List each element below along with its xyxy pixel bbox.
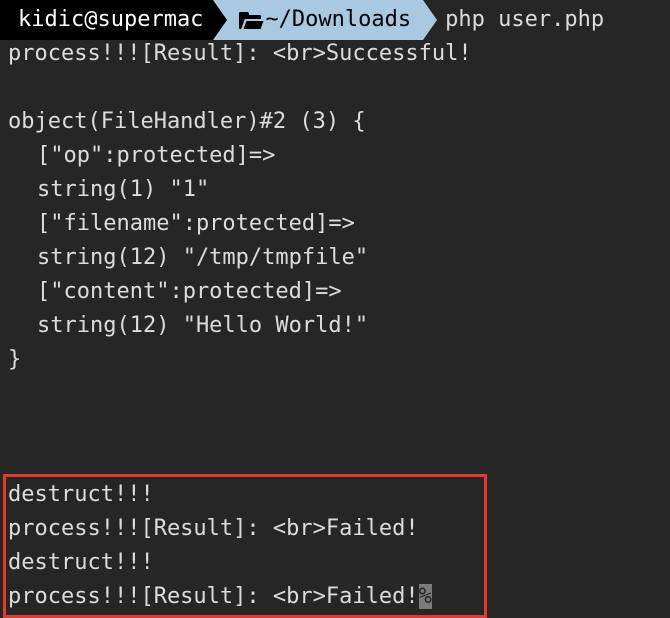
output-line-object-header: object(FileHandler)#2 (3) { xyxy=(8,109,366,134)
output-line-result-success: process!!![Result]: <br>Successful! xyxy=(8,41,472,66)
output-line-filename-value: string(12) "/tmp/tmpfile" xyxy=(37,245,369,270)
output-line-filename-key: ["filename":protected]=> xyxy=(37,211,355,236)
prompt-separator-arrow xyxy=(213,0,228,40)
prompt-user-host: kidic@supermac xyxy=(0,0,214,40)
terminal-cursor: % xyxy=(418,584,432,609)
output-line-content-value: string(12) "Hello World!" xyxy=(37,313,369,338)
prompt-command: php user.php xyxy=(445,7,605,32)
prompt-end-arrow xyxy=(423,0,438,40)
output-line-op-key: ["op":protected]=> xyxy=(37,143,276,168)
folder-open-icon xyxy=(239,11,265,29)
prompt-directory-segment: ~/Downloads xyxy=(227,0,424,40)
shell-prompt: kidic@supermac ~/Downloads php user.php xyxy=(0,0,604,40)
terminal-window[interactable]: kidic@supermac ~/Downloads php user.php … xyxy=(0,0,670,618)
output-line-destruct-1: destruct!!! xyxy=(8,482,154,507)
output-line-destruct-2: destruct!!! xyxy=(8,550,154,575)
output-line-failed-1: process!!![Result]: <br>Failed! xyxy=(8,516,419,541)
failed-2-text: process!!![Result]: <br>Failed! xyxy=(8,584,419,609)
output-line-content-key: ["content":protected]=> xyxy=(37,279,342,304)
output-line-object-close: } xyxy=(8,347,22,372)
output-line-failed-2: process!!![Result]: <br>Failed!% xyxy=(8,580,432,614)
prompt-directory: ~/Downloads xyxy=(265,7,412,32)
output-line-op-value: string(1) "1" xyxy=(37,177,210,202)
